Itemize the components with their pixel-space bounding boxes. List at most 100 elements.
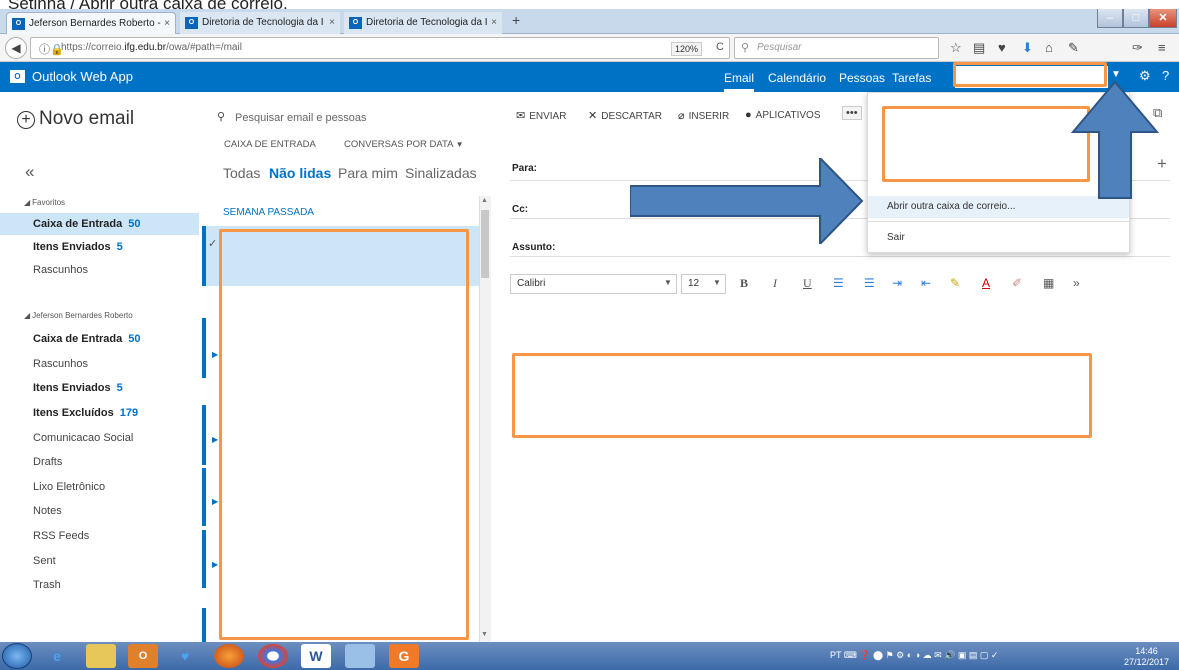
nav-calendar[interactable]: Calendário	[768, 71, 826, 85]
fav-inbox[interactable]: Caixa de Entrada 50	[0, 213, 199, 235]
pocket-icon[interactable]: ♥	[998, 40, 1006, 55]
subject-label: Assunto:	[512, 242, 556, 253]
outlook-favicon-icon: O	[349, 17, 362, 29]
date-group-header: SEMANA PASSADA	[223, 207, 314, 218]
folder-drafts[interactable]: Rascunhos	[0, 353, 199, 375]
firefox-icon[interactable]	[214, 644, 244, 668]
download-icon[interactable]: ⬇	[1022, 40, 1033, 56]
close-tab-icon[interactable]: ×	[491, 12, 497, 34]
more-format-chevron-icon[interactable]: »	[1073, 276, 1080, 290]
ie-icon[interactable]: e	[42, 644, 72, 668]
url-text: https://correio.ifg.edu.br/owa/#path=/ma…	[61, 42, 242, 53]
app-g-icon[interactable]: G	[389, 644, 419, 668]
folder-icon[interactable]	[86, 644, 116, 668]
home-icon[interactable]: ⌂	[1045, 40, 1053, 55]
expand-arrow-icon[interactable]: ▶	[212, 560, 218, 569]
underline-icon[interactable]: U	[803, 276, 812, 291]
send-button[interactable]: ✉ ENVIAR	[516, 109, 566, 122]
folder-sent[interactable]: Itens Enviados 5	[0, 377, 199, 399]
hamburger-menu-icon[interactable]: ≡	[1158, 40, 1166, 55]
favorites-header[interactable]: ◢ Favoritos	[24, 196, 67, 208]
maximize-button[interactable]: □	[1123, 9, 1149, 28]
filter-all[interactable]: Todas	[223, 165, 260, 181]
filter-to-me[interactable]: Para mim	[338, 165, 398, 181]
new-mail-button[interactable]: + Novo email	[17, 108, 134, 130]
minimize-button[interactable]: –	[1097, 9, 1123, 28]
discard-button[interactable]: ✕ DESCARTAR	[588, 109, 662, 122]
help-icon[interactable]: ?	[1162, 68, 1169, 83]
account-header[interactable]: ◢ Jeferson Bernardes Roberto	[24, 309, 135, 321]
clear-format-icon[interactable]: ✐	[1012, 276, 1022, 290]
folder-rss[interactable]: RSS Feeds	[0, 525, 199, 547]
table-icon[interactable]: ▦	[1043, 276, 1054, 290]
nav-tasks[interactable]: Tarefas	[892, 71, 931, 85]
fav-drafts[interactable]: Rascunhos	[0, 259, 199, 281]
browser-tab-2[interactable]: O Diretoria de Tecnologia da I ×	[180, 12, 340, 34]
word-icon[interactable]: W	[301, 644, 331, 668]
mail-search-input[interactable]: Pesquisar email e pessoas	[235, 112, 366, 124]
expand-arrow-icon[interactable]: ▶	[212, 497, 218, 506]
windows-start-icon[interactable]	[2, 643, 32, 669]
sort-dropdown[interactable]: CONVERSAS POR DATA ▼	[344, 139, 463, 150]
system-tray[interactable]: PT ⌨ ❓ ⬤ ⚑ ⚙ ◐ ◑ ☁ ✉ 🔊 ▣ ▤ ▢ ✓	[830, 650, 998, 661]
folder-junk[interactable]: Lixo Eletrônico	[0, 476, 199, 498]
app-icon[interactable]	[345, 644, 375, 668]
chevron-down-icon[interactable]: ▼	[1111, 69, 1121, 80]
outlook-icon[interactable]: O	[128, 644, 158, 668]
new-tab-icon[interactable]: +	[512, 12, 520, 28]
folder-drafts-en[interactable]: Drafts	[0, 451, 199, 473]
extension-icon[interactable]: ✎	[1068, 40, 1079, 56]
folder-notes[interactable]: Notes	[0, 500, 199, 522]
folder-deleted[interactable]: Itens Excluídos 179	[0, 402, 199, 424]
tab-label: Diretoria de Tecnologia da I	[202, 17, 324, 28]
browser-tab-3[interactable]: O Diretoria de Tecnologia da I ×	[344, 12, 502, 34]
back-arrow-icon[interactable]: ◀	[5, 37, 27, 59]
outdent-icon[interactable]: ⇤	[921, 276, 931, 290]
fav-sent[interactable]: Itens Enviados 5	[0, 236, 199, 258]
nav-email[interactable]: Email	[724, 71, 754, 85]
bookmarks-list-icon[interactable]: ▤	[973, 40, 985, 56]
chrome-icon[interactable]	[258, 644, 288, 668]
scroll-up-icon[interactable]: ▲	[481, 197, 488, 204]
bullets-icon[interactable]: ☰	[833, 276, 844, 290]
scroll-down-icon[interactable]: ▼	[481, 631, 488, 638]
folder-comunicacao[interactable]: Comunicacao Social	[0, 427, 199, 449]
sign-out-item[interactable]: Sair	[868, 227, 1129, 249]
close-tab-icon[interactable]: ×	[329, 12, 335, 34]
skype-icon[interactable]: ♥	[170, 644, 200, 668]
zoom-level[interactable]: 120%	[671, 42, 703, 56]
close-tab-icon[interactable]: ×	[164, 13, 170, 34]
close-window-button[interactable]: ✕	[1149, 9, 1177, 28]
browser-tab-1[interactable]: O Jeferson Bernardes Roberto - ×	[6, 12, 176, 34]
message-unread-bar	[202, 226, 206, 286]
address-bar[interactable]: ⓘ🔒 https://correio.ifg.edu.br/owa/#path=…	[30, 37, 730, 59]
reload-icon[interactable]: C	[716, 41, 724, 53]
italic-icon[interactable]: I	[773, 276, 777, 291]
check-icon[interactable]: ✓	[208, 237, 217, 250]
pen-icon[interactable]: ✑	[1132, 40, 1143, 56]
apps-button[interactable]: ● APLICATIVOS	[745, 109, 821, 121]
folder-trash[interactable]: Trash	[0, 574, 199, 596]
folder-sent-en[interactable]: Sent	[0, 550, 199, 572]
folder-inbox[interactable]: Caixa de Entrada 50	[0, 328, 199, 350]
collapse-pane-icon[interactable]: «	[25, 162, 34, 182]
expand-arrow-icon[interactable]: ▶	[212, 350, 218, 359]
indent-icon[interactable]: ⇥	[892, 276, 902, 290]
active-nav-indicator	[724, 89, 754, 92]
scrollbar-thumb[interactable]	[481, 210, 489, 278]
system-clock[interactable]: 14:46 27/12/2017	[1124, 646, 1169, 668]
font-color-icon[interactable]: A	[982, 276, 990, 290]
subject-field[interactable]	[510, 256, 1170, 257]
expand-arrow-icon[interactable]: ▶	[212, 435, 218, 444]
more-options-button[interactable]: •••	[842, 106, 862, 120]
browser-search-input[interactable]: ⚲ Pesquisar	[734, 37, 939, 59]
insert-button[interactable]: ⌀ INSERIR	[678, 109, 729, 122]
highlight-icon[interactable]: ✎	[950, 276, 960, 290]
bold-icon[interactable]: B	[740, 276, 748, 291]
filter-unread[interactable]: Não lidas	[269, 165, 331, 181]
font-family-select[interactable]: Calibri	[510, 274, 677, 294]
filter-flagged[interactable]: Sinalizadas	[405, 165, 477, 181]
bookmark-star-icon[interactable]: ☆	[950, 40, 962, 56]
numbering-icon[interactable]: ☰	[864, 276, 875, 290]
nav-people[interactable]: Pessoas	[839, 71, 885, 85]
